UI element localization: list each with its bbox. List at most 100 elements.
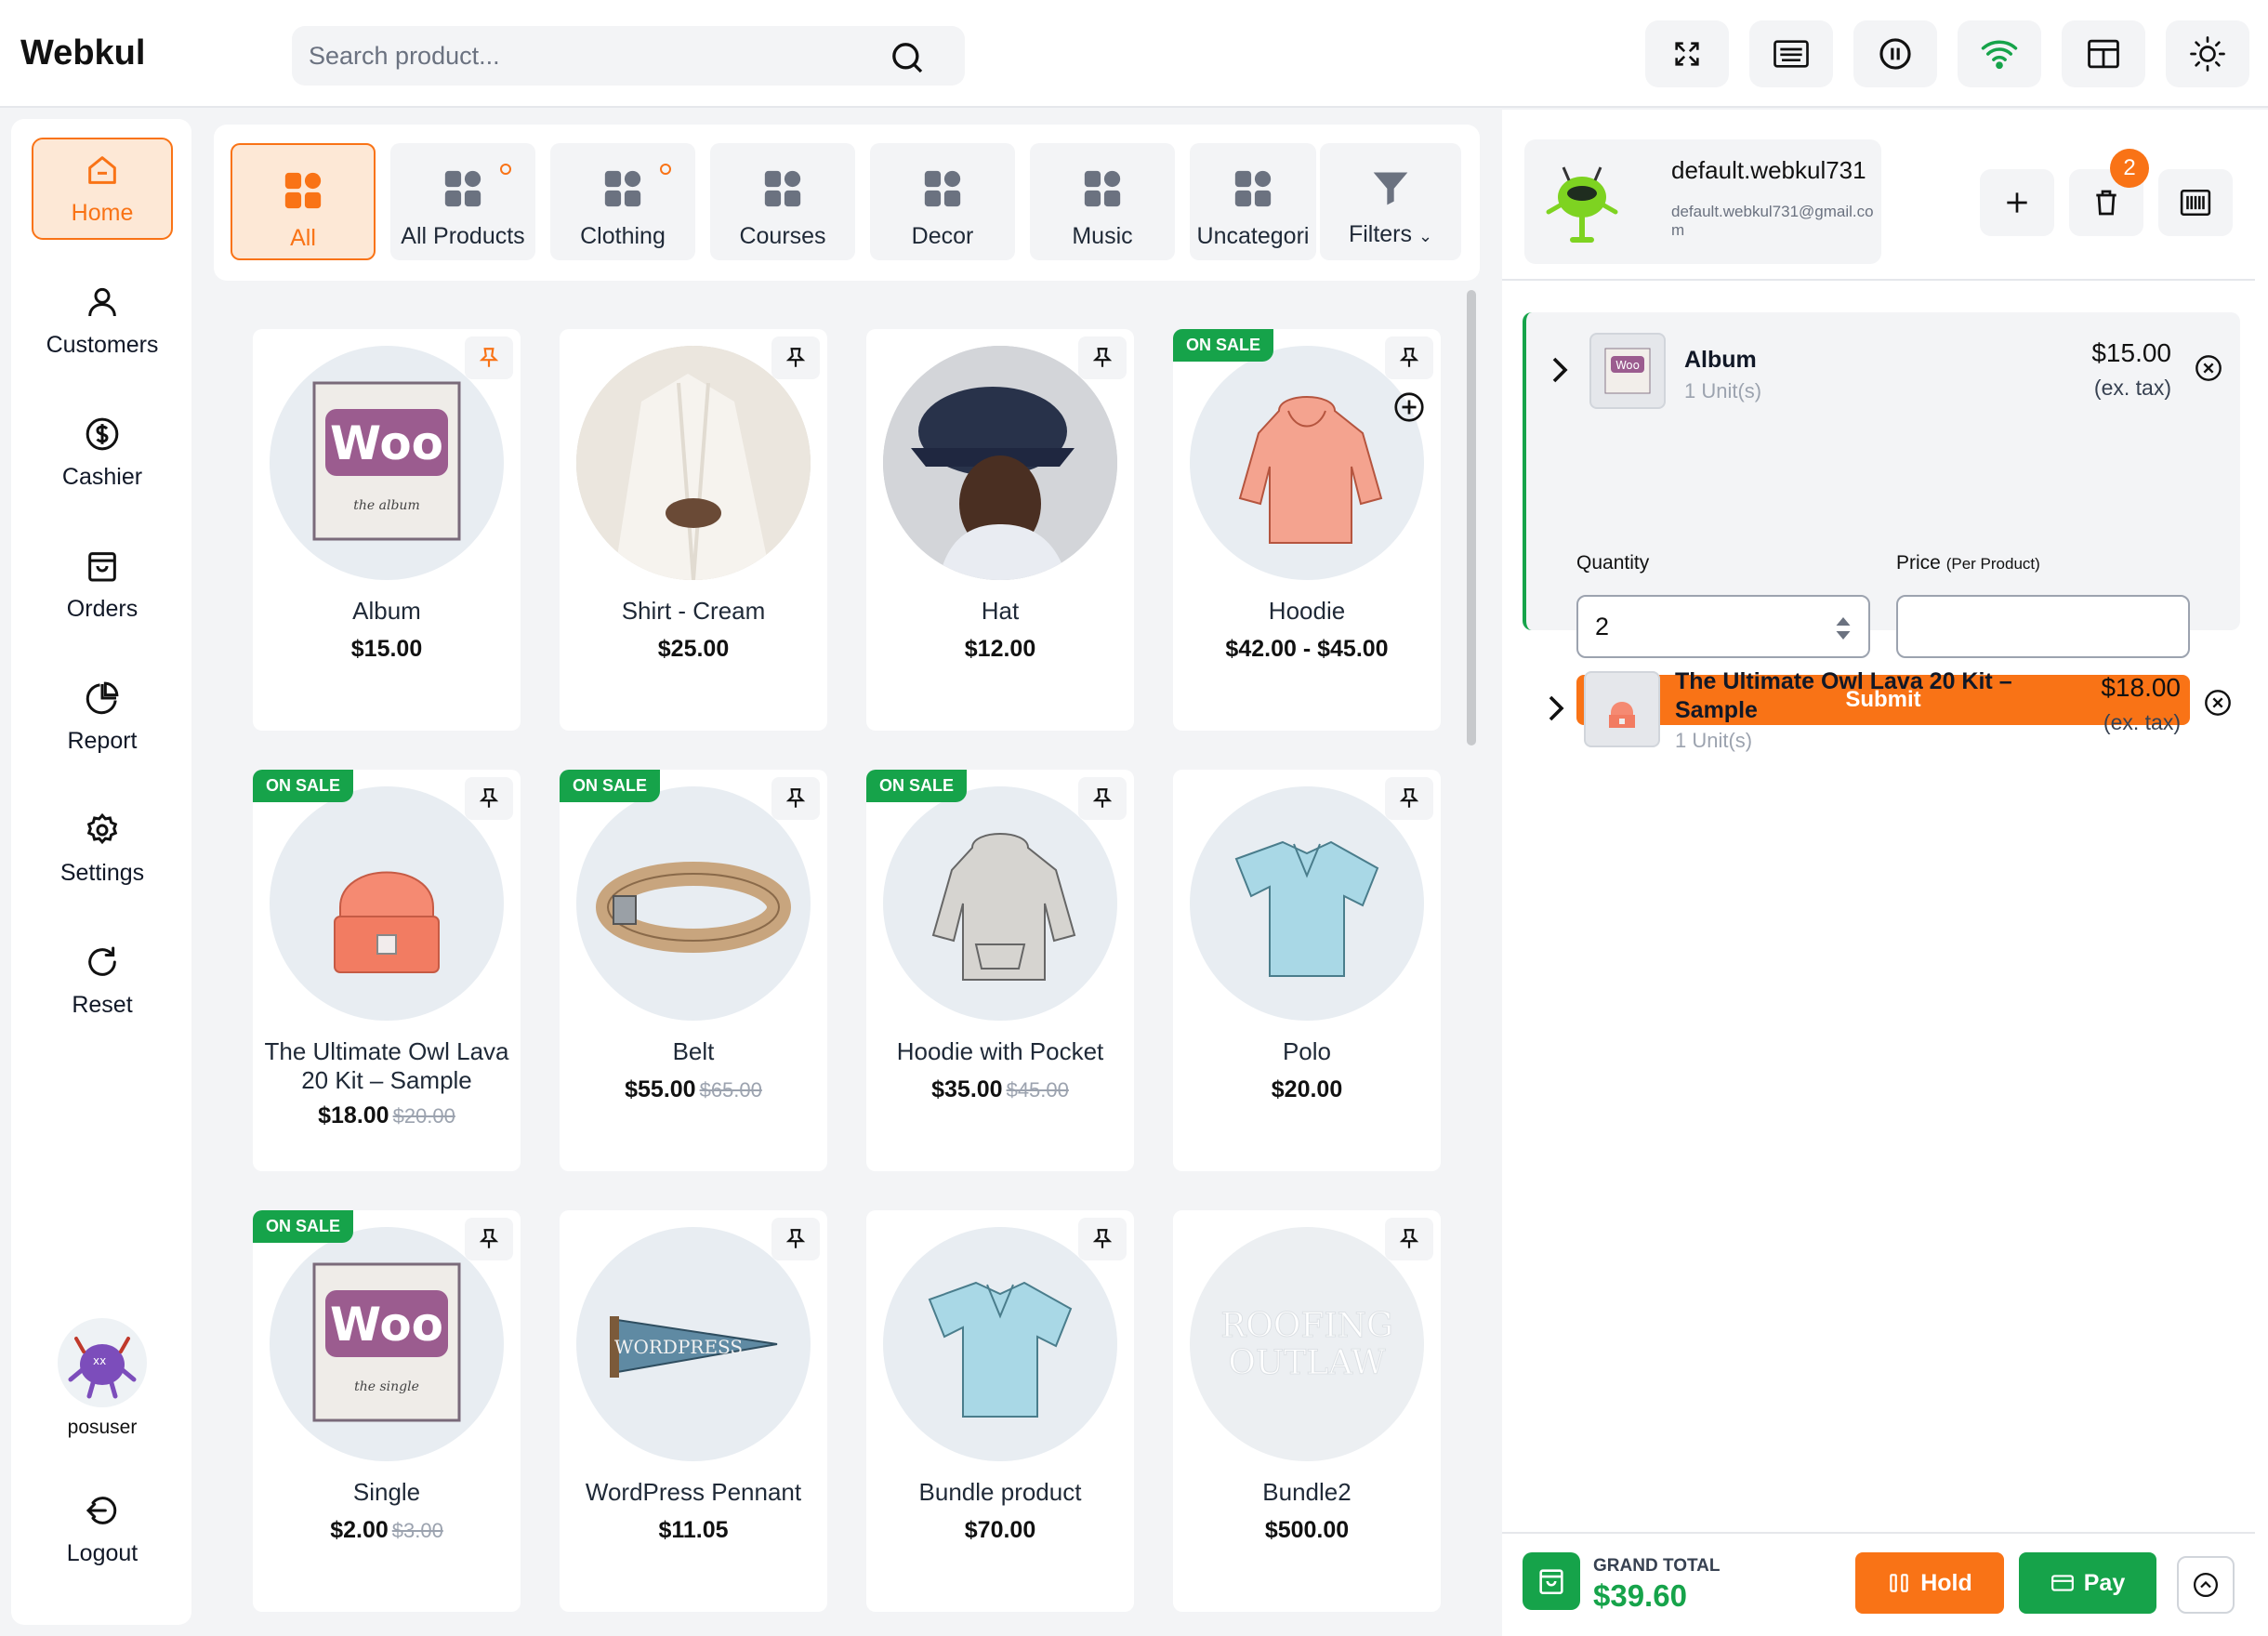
product-card-polo[interactable]: Polo $20.00 [1173,770,1441,1171]
woo-logo-text: Woo [330,1298,443,1352]
bag-icon [1536,1565,1567,1597]
price-original: $65.00 [699,1078,762,1102]
sidebar-item-cashier[interactable]: Cashier [32,402,173,504]
pin-button[interactable] [1385,1218,1433,1260]
layout-button[interactable] [2062,20,2145,87]
pin-button[interactable] [771,1218,820,1260]
sidebar-item-report[interactable]: Report [32,666,173,768]
price-label-hint: (Per Product) [1945,555,2040,573]
quantity-stepper[interactable] [1576,595,1870,658]
product-name: Hoodie [1268,597,1346,625]
expand-summary-button[interactable] [2177,1556,2235,1614]
pin-icon [1090,786,1114,811]
filters-button[interactable]: Filters ⌄ [1320,143,1461,260]
product-grid: Woo the album Album $15.00 Shirt - Cream… [214,290,1480,1636]
product-image [883,346,1117,580]
price-field[interactable] [1896,595,2190,658]
pin-icon [1090,1227,1114,1251]
sidebar-item-customers[interactable]: Customers [32,270,173,372]
subcategory-indicator [500,164,511,175]
fullscreen-button[interactable] [1645,20,1729,87]
price-input[interactable] [1915,608,2138,645]
pin-button[interactable] [1078,336,1127,379]
sidebar-item-orders[interactable]: Orders [32,534,173,636]
product-image: ROOFING OUTLAW [1190,1227,1424,1461]
variations-icon[interactable] [1392,390,1426,424]
product-card-owl-lava-kit[interactable]: ON SALE The Ultimate Owl Lava 20 Kit – S… [253,770,521,1171]
logout-button[interactable]: Logout [32,1478,173,1580]
remove-item-icon[interactable] [2203,688,2233,718]
sidebar-item-home[interactable]: Home [32,138,173,240]
pin-icon [1397,1227,1421,1251]
subcategory-indicator [660,164,671,175]
pin-button[interactable] [771,336,820,379]
product-card-hoodie[interactable]: ON SALE Hoodie $42.00 - $45.00 [1173,329,1441,731]
customer-selector[interactable]: default.webkul731 default.webkul731@gmai… [1524,139,1881,264]
pay-button[interactable]: Pay [2019,1552,2156,1614]
pause-button[interactable] [1853,20,1937,87]
category-music[interactable]: Music [1030,143,1175,260]
category-label: All Products [401,223,525,249]
thumbnail-woo-text: Woo [1615,359,1640,372]
product-image [576,786,811,1021]
product-image: Woo the single [270,1227,504,1461]
product-card-bundle2[interactable]: ROOFING OUTLAW Bundle2 $500.00 [1173,1210,1441,1612]
category-clothing[interactable]: Clothing [550,143,695,260]
sidebar-item-label: Home [71,199,134,226]
pin-button[interactable] [465,336,513,379]
category-decor[interactable]: Decor [870,143,1015,260]
cart-item-album[interactable]: Woo Album 1 Unit(s) $15.00 (ex. tax) Qua… [1523,312,2240,725]
pin-button[interactable] [1385,777,1433,820]
search-input[interactable] [309,35,885,76]
sidebar: Home Customers Cashier Orders Report Set… [11,119,191,1625]
pin-button[interactable] [771,777,820,820]
hold-button[interactable]: Hold [1855,1552,2004,1614]
category-uncategorized[interactable]: Uncategori [1190,143,1316,260]
sale-badge: ON SALE [1173,329,1274,362]
pin-button[interactable] [1078,1218,1127,1260]
category-all[interactable]: All [231,143,376,260]
product-card-wordpress-pennant[interactable]: WORDPRESS WordPress Pennant $11.05 [560,1210,827,1612]
wifi-button[interactable] [1958,20,2041,87]
single-art-caption: the single [354,1379,419,1394]
sale-badge: ON SALE [253,770,354,802]
category-all-products[interactable]: All Products [390,143,535,260]
product-name: Hat [981,597,1020,625]
user-profile[interactable]: xx posuser [32,1318,173,1439]
grand-total-value: $39.60 [1593,1578,1687,1613]
product-card-shirt-cream[interactable]: Shirt - Cream $25.00 [560,329,827,731]
pin-icon [1397,346,1421,370]
barcode-button[interactable] [2158,169,2233,236]
stepper-arrows-icon[interactable] [1835,615,1852,641]
sidebar-item-reset[interactable]: Reset [32,930,173,1032]
product-card-hat[interactable]: Hat $12.00 [866,329,1134,731]
product-card-single[interactable]: Woo the single ON SALE Single $2.00 $3.00 [253,1210,521,1612]
search-icon[interactable] [889,39,926,76]
product-card-bundle-product[interactable]: Bundle product $70.00 [866,1210,1134,1612]
chevron-right-icon[interactable] [1545,693,1567,723]
pin-button[interactable] [1385,336,1433,379]
pin-button[interactable] [1078,777,1127,820]
chevron-right-icon[interactable] [1549,355,1571,385]
product-card-hoodie-with-pocket[interactable]: ON SALE Hoodie with Pocket $35.00 $45.00 [866,770,1134,1171]
product-card-album[interactable]: Woo the album Album $15.00 [253,329,521,731]
theme-toggle-button[interactable] [2166,20,2249,87]
quantity-input[interactable] [1595,608,1818,645]
product-card-belt[interactable]: ON SALE Belt $55.00 $65.00 [560,770,827,1171]
pin-button[interactable] [465,1218,513,1260]
product-price: $2.00 $3.00 [262,1517,511,1544]
filters-label: Filters [1348,221,1412,247]
product-image [1190,346,1424,580]
product-image: Woo the album [270,346,504,580]
sidebar-item-settings[interactable]: Settings [32,798,173,900]
cart-item-name: Album [1684,347,1757,373]
remove-item-icon[interactable] [2194,353,2223,383]
cart-item-name: The Ultimate Owl Lava 20 Kit – Sample [1675,668,2012,723]
grid-icon [1081,167,1124,210]
category-courses[interactable]: Courses [710,143,855,260]
product-grid-scrollbar[interactable] [1467,290,1476,745]
add-customer-button[interactable] [1980,169,2054,236]
keyboard-button[interactable] [1749,20,1833,87]
logout-label: Logout [66,1539,138,1566]
pin-button[interactable] [465,777,513,820]
